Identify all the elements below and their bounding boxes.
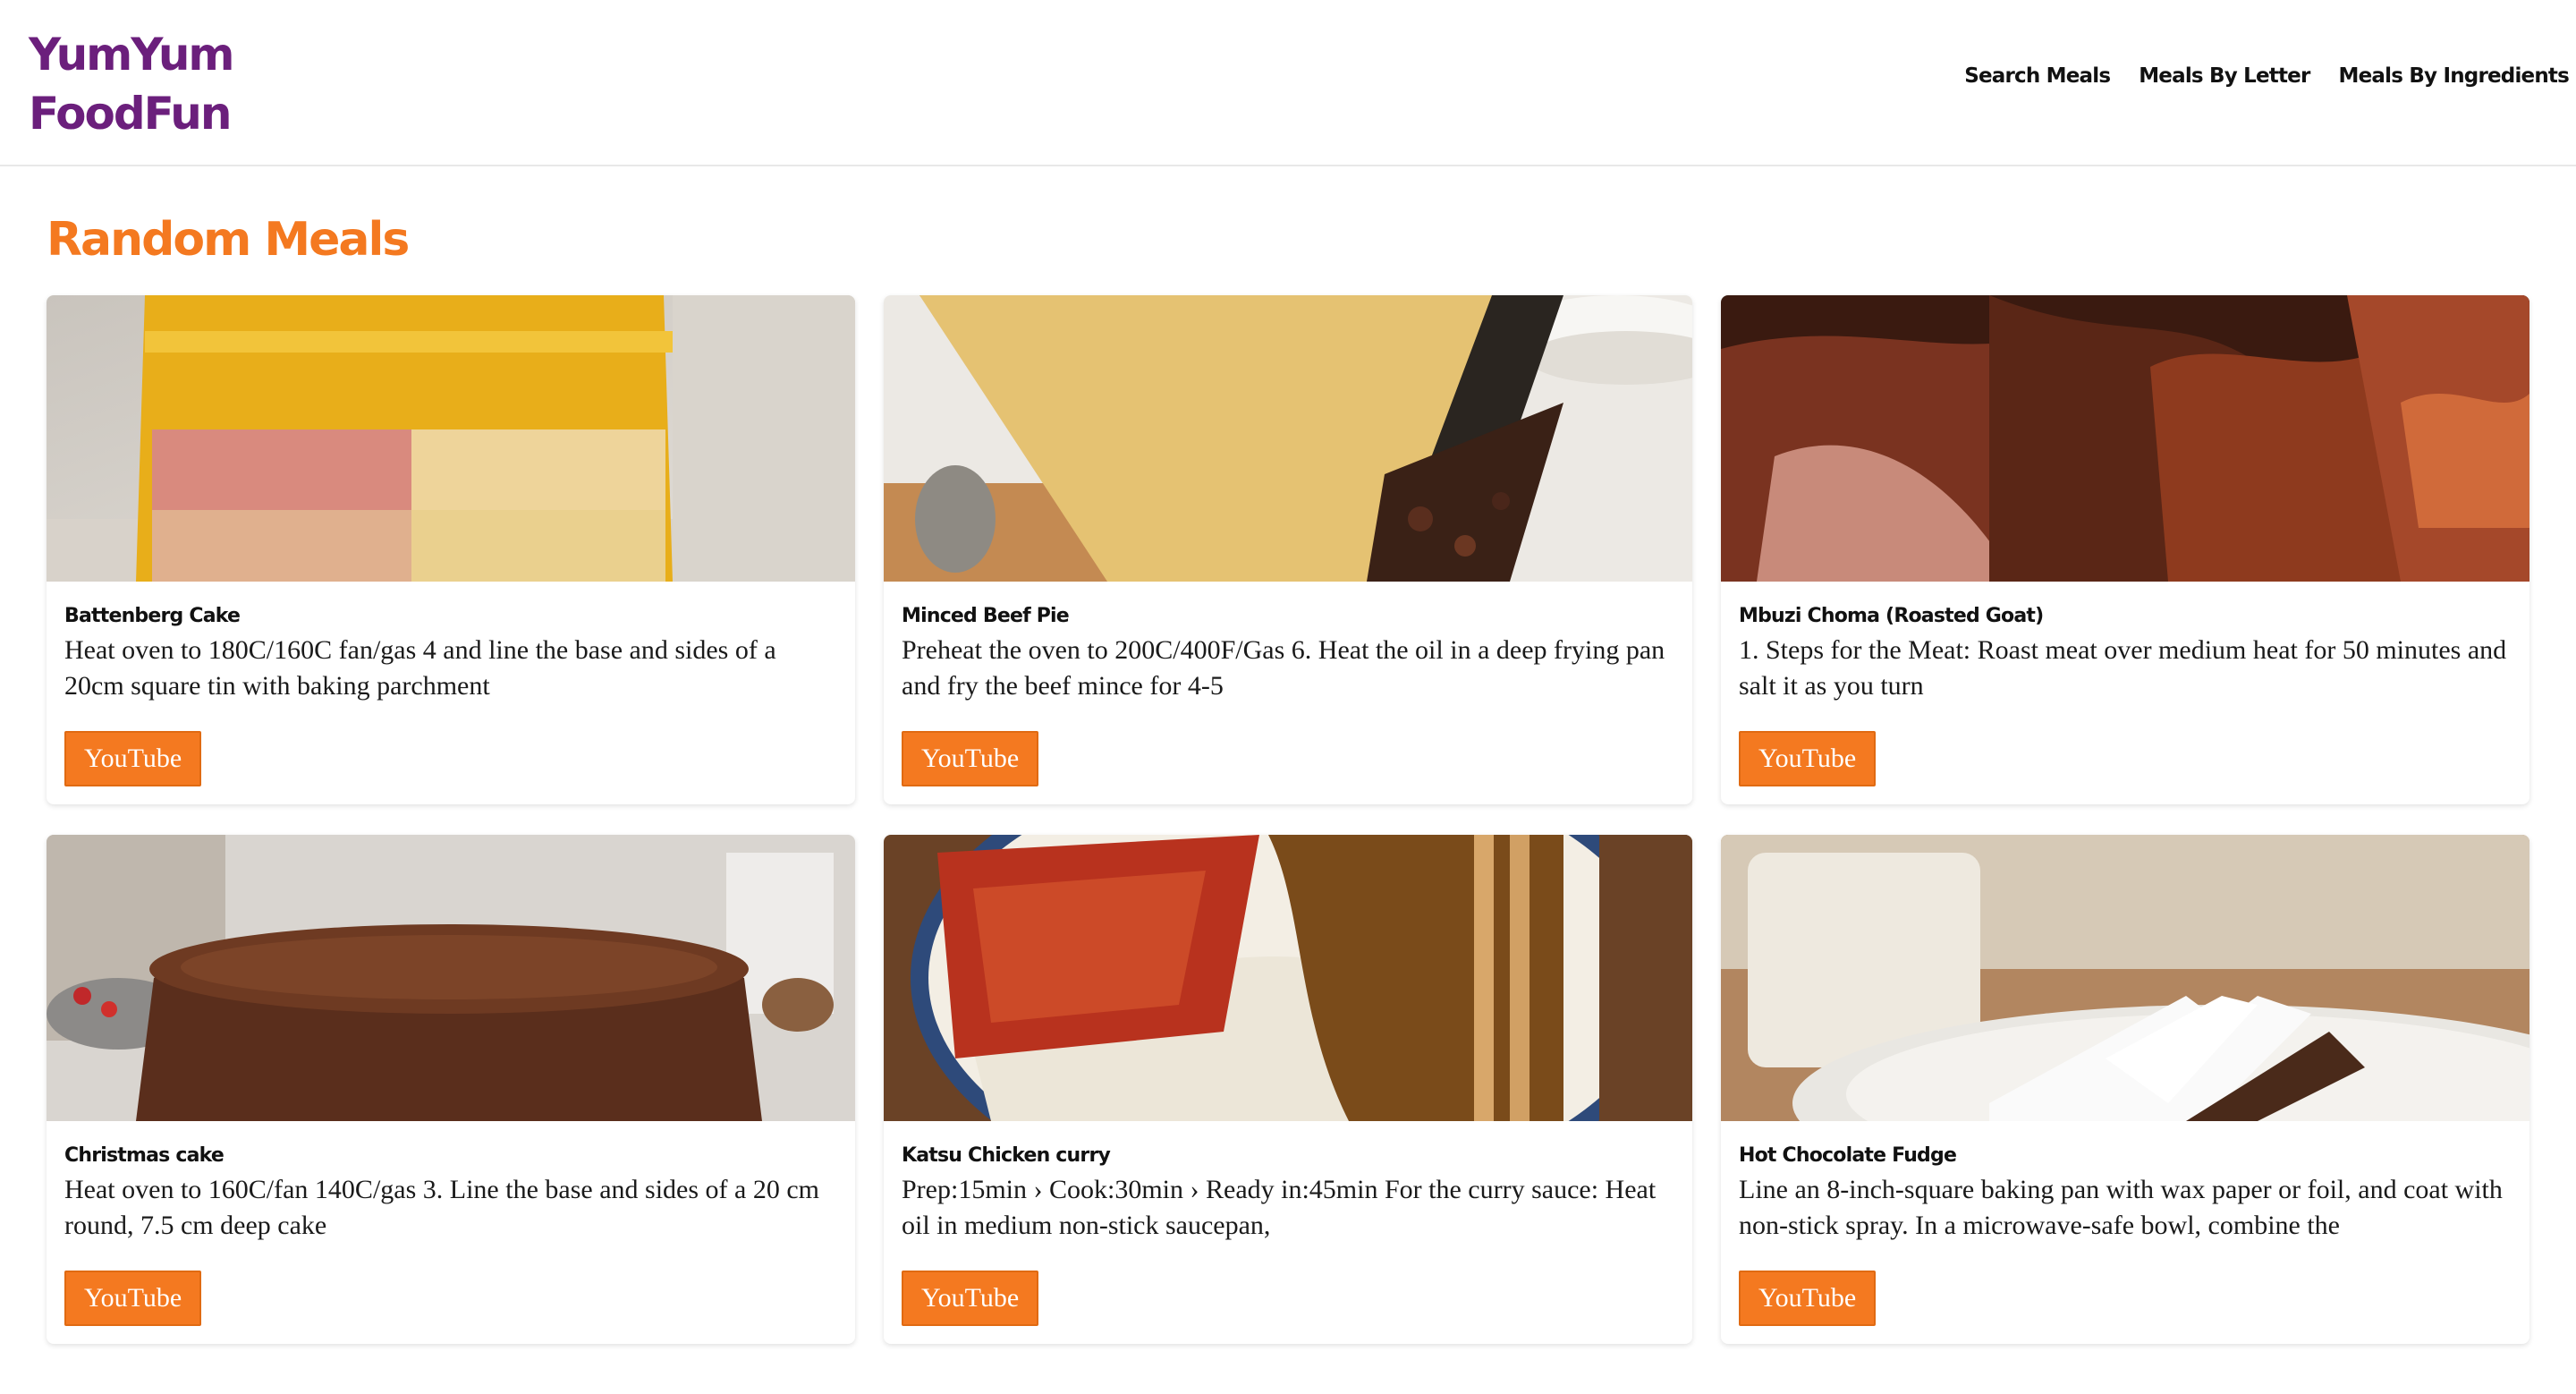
card-body: Mbuzi Choma (Roasted Goat) 1. Steps for … (1721, 582, 2529, 804)
meal-title: Hot Chocolate Fudge (1739, 1144, 1957, 1167)
nav-search-meals[interactable]: Search Meals (1964, 64, 2111, 88)
meal-card: Battenberg Cake Heat oven to 180C/160C f… (47, 295, 855, 804)
youtube-button[interactable]: YouTube (64, 731, 202, 786)
youtube-button[interactable]: YouTube (902, 731, 1039, 786)
meal-title: Katsu Chicken curry (902, 1144, 1111, 1167)
youtube-button[interactable]: YouTube (902, 1271, 1039, 1326)
site-header: YumYum FoodFun Search Meals Meals By Let… (0, 0, 2576, 166)
meal-description: Prep:15min › Cook:30min › Ready in:45min… (902, 1175, 1657, 1240)
meal-card: Christmas cake Heat oven to 160C/fan 140… (47, 835, 855, 1344)
meal-description: Heat oven to 160C/fan 140C/gas 3. Line t… (64, 1175, 819, 1240)
nav-meals-by-letter[interactable]: Meals By Letter (2139, 64, 2310, 88)
card-body: Minced Beef Pie Preheat the oven to 200C… (884, 582, 1692, 804)
card-body: Christmas cake Heat oven to 160C/fan 140… (47, 1121, 855, 1344)
section-title: Random Meals (47, 213, 410, 267)
main-nav: Search Meals Meals By Letter Meals By In… (1964, 64, 2570, 88)
site-logo[interactable]: YumYum FoodFun (29, 25, 235, 143)
youtube-button[interactable]: YouTube (64, 1271, 202, 1326)
meal-description: Preheat the oven to 200C/400F/Gas 6. Hea… (902, 635, 1665, 701)
logo-line-2: FoodFun (29, 88, 232, 140)
meal-image[interactable] (884, 295, 1692, 582)
meal-image[interactable] (1721, 835, 2529, 1121)
meal-card: Hot Chocolate Fudge Line an 8-inch-squar… (1721, 835, 2529, 1344)
meal-image[interactable] (884, 835, 1692, 1121)
meal-title: Mbuzi Choma (Roasted Goat) (1739, 605, 2044, 627)
logo-line-1: YumYum (29, 29, 235, 81)
meal-title: Christmas cake (64, 1144, 225, 1167)
meal-card: Minced Beef Pie Preheat the oven to 200C… (884, 295, 1692, 804)
card-body: Hot Chocolate Fudge Line an 8-inch-squar… (1721, 1121, 2529, 1344)
card-body: Katsu Chicken curry Prep:15min › Cook:30… (884, 1121, 1692, 1344)
nav-meals-by-ingredients[interactable]: Meals By Ingredients (2339, 64, 2570, 88)
meal-card: Mbuzi Choma (Roasted Goat) 1. Steps for … (1721, 295, 2529, 804)
youtube-button[interactable]: YouTube (1739, 731, 1877, 786)
youtube-button[interactable]: YouTube (1739, 1271, 1877, 1326)
card-body: Battenberg Cake Heat oven to 180C/160C f… (47, 582, 855, 804)
meal-title: Battenberg Cake (64, 605, 241, 627)
meal-grid: Battenberg Cake Heat oven to 180C/160C f… (47, 295, 2529, 1344)
meal-title: Minced Beef Pie (902, 605, 1070, 627)
meal-image[interactable] (1721, 295, 2529, 582)
meal-description: Line an 8-inch-square baking pan with wa… (1739, 1175, 2503, 1240)
meal-image[interactable] (47, 835, 855, 1121)
meal-description: 1. Steps for the Meat: Roast meat over m… (1739, 635, 2507, 701)
meal-description: Heat oven to 180C/160C fan/gas 4 and lin… (64, 635, 776, 701)
meal-card: Katsu Chicken curry Prep:15min › Cook:30… (884, 835, 1692, 1344)
meal-image[interactable] (47, 295, 855, 582)
